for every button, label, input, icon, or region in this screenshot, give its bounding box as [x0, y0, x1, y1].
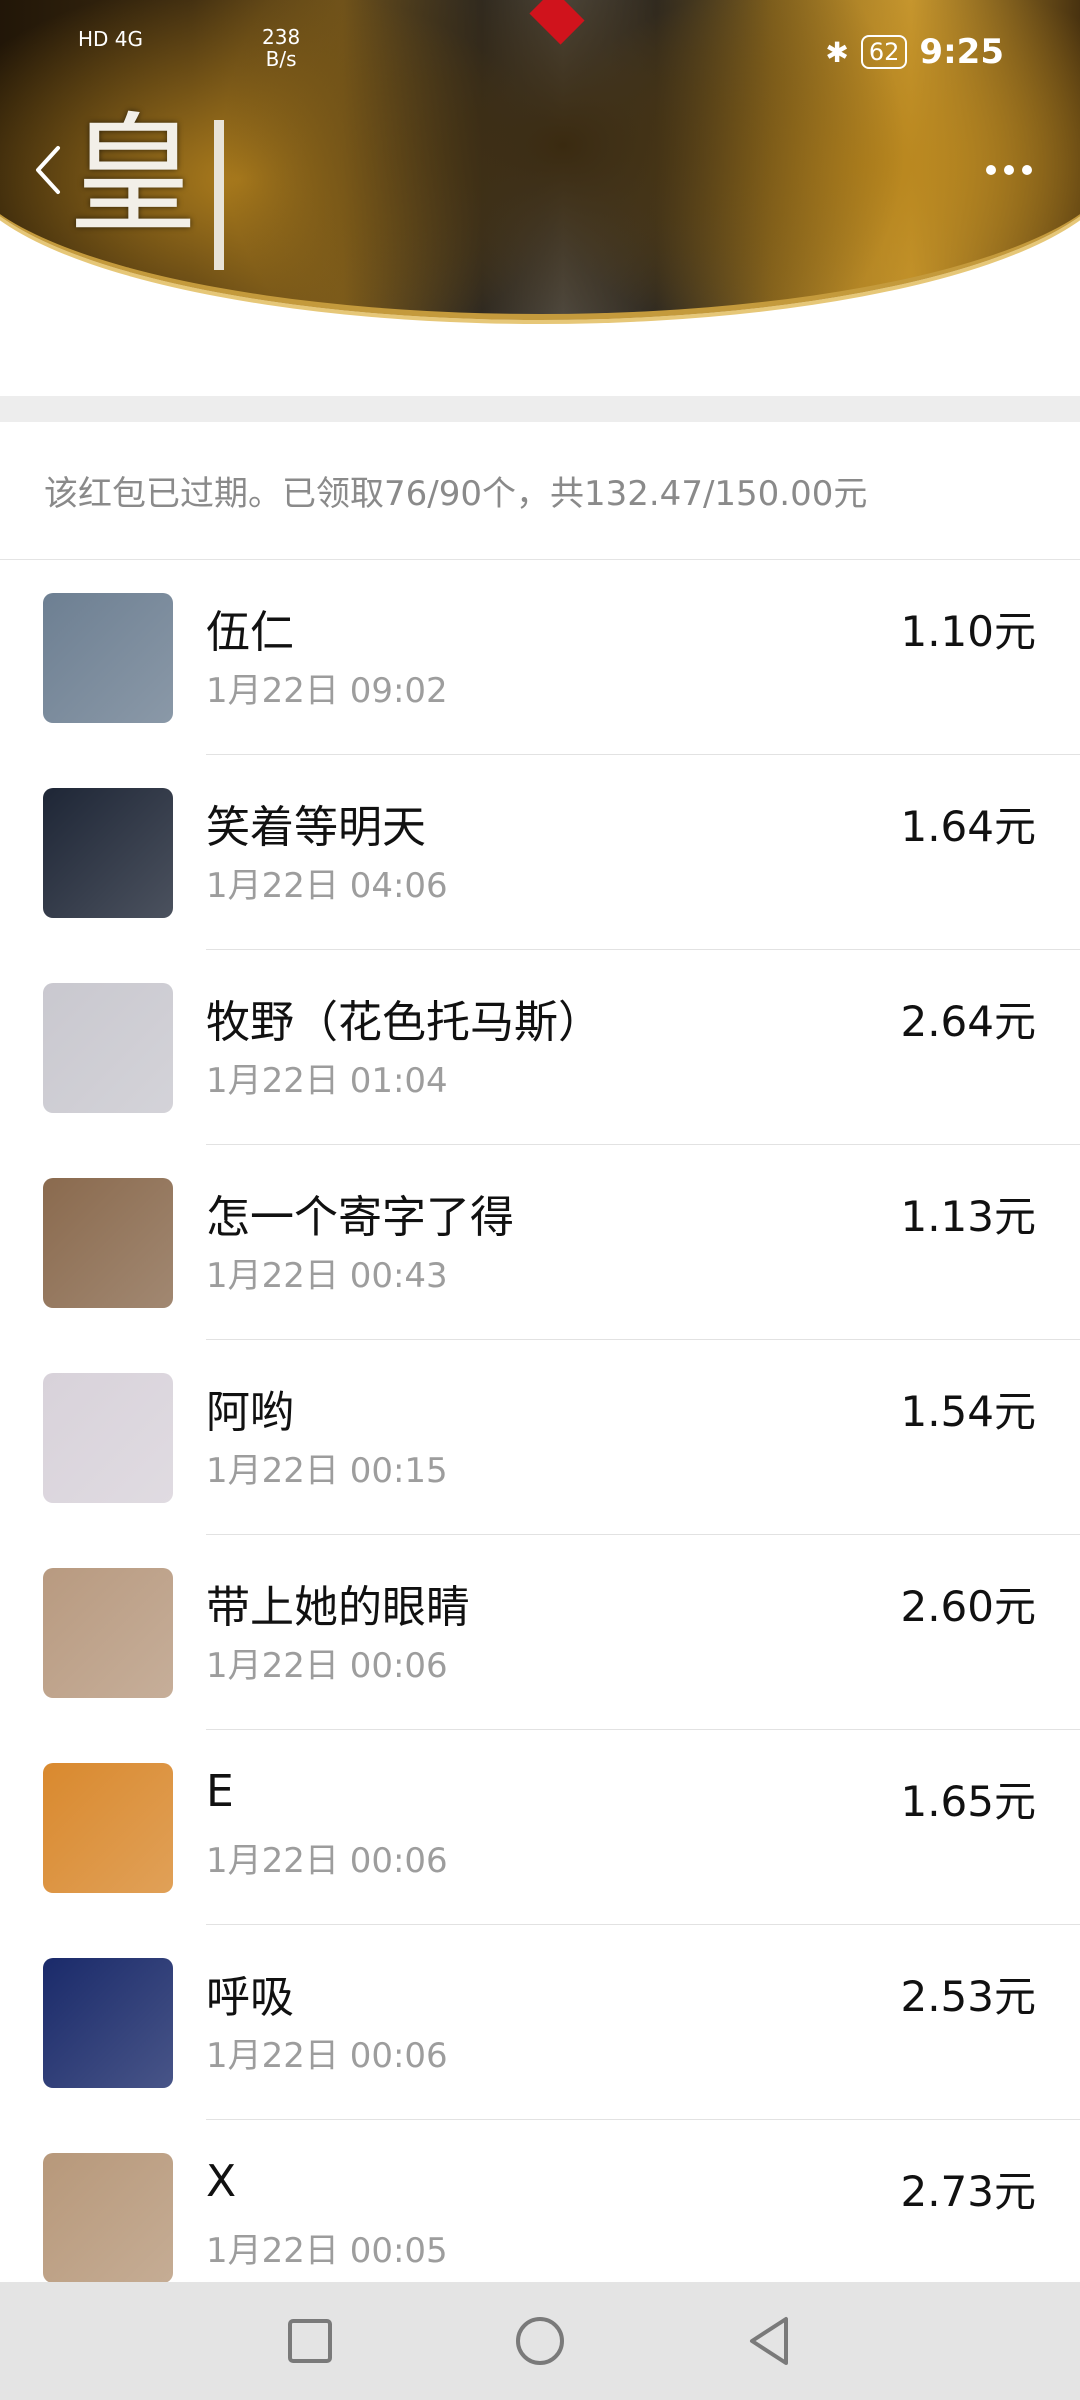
- square-icon: [288, 2319, 332, 2363]
- network-speed-value: 238: [262, 25, 301, 49]
- list-item[interactable]: 伍仁 1月22日 09:02 1.10元: [0, 560, 1080, 755]
- more-dots-icon: [1004, 165, 1014, 175]
- receive-amount: 2.60元: [900, 1582, 1036, 1631]
- receive-amount: 1.54元: [900, 1387, 1036, 1436]
- avatar[interactable]: [43, 1958, 173, 2088]
- receive-time: 1月22日 01:04: [206, 1061, 448, 1101]
- recipient-name: 伍仁: [206, 607, 294, 658]
- recipient-name: 牧野（花色托马斯）: [206, 997, 602, 1048]
- avatar[interactable]: [43, 983, 173, 1113]
- receive-time: 1月22日 09:02: [206, 671, 448, 711]
- bluetooth-icon: ✱: [825, 35, 849, 69]
- recipient-list: 伍仁 1月22日 09:02 1.10元 笑着等明天 1月22日 04:06 1…: [0, 560, 1080, 2315]
- recipient-name: 笑着等明天: [206, 802, 426, 853]
- recipient-name: 呼吸: [206, 1972, 294, 2023]
- network-speed: 238 B/s: [262, 26, 300, 70]
- list-item[interactable]: 带上她的眼睛 1月22日 00:06 2.60元: [0, 1535, 1080, 1730]
- recent-apps-button[interactable]: [275, 2306, 345, 2376]
- receive-time: 1月22日 04:06: [206, 866, 448, 906]
- receive-amount: 2.64元: [900, 997, 1036, 1046]
- receive-amount: 2.53元: [900, 1972, 1036, 2021]
- circle-icon: [516, 2317, 564, 2365]
- receive-time: 1月22日 00:06: [206, 1841, 448, 1881]
- receive-time: 1月22日 00:06: [206, 2036, 448, 2076]
- triangle-back-icon: [750, 2317, 788, 2365]
- network-indicator: HD 4G: [78, 27, 144, 51]
- status-right: ✱ 62 9:25: [825, 32, 1004, 72]
- more-button[interactable]: [974, 150, 1044, 190]
- receive-amount: 1.64元: [900, 802, 1036, 851]
- avatar[interactable]: [43, 1178, 173, 1308]
- back-button[interactable]: [28, 140, 68, 200]
- more-dots-icon: [986, 165, 996, 175]
- red-packet-summary: 该红包已过期。已领取76/90个，共132.47/150.00元: [0, 422, 1080, 560]
- recipient-name: 带上她的眼睛: [206, 1582, 470, 1633]
- avatar[interactable]: [43, 2153, 173, 2283]
- list-item[interactable]: 怎一个寄字了得 1月22日 00:43 1.13元: [0, 1145, 1080, 1340]
- receive-time: 1月22日 00:05: [206, 2231, 448, 2271]
- avatar[interactable]: [43, 788, 173, 918]
- more-dots-icon: [1022, 165, 1032, 175]
- receive-amount: 1.10元: [900, 607, 1036, 656]
- banner-character: 皇: [68, 99, 201, 251]
- status-bar: HD 4G 238 B/s ✱ 62 9:25: [0, 0, 1080, 110]
- clock: 9:25: [919, 32, 1004, 72]
- list-item[interactable]: 笑着等明天 1月22日 04:06 1.64元: [0, 755, 1080, 950]
- recipient-name: X: [206, 2156, 237, 2207]
- receive-time: 1月22日 00:06: [206, 1646, 448, 1686]
- home-button[interactable]: [505, 2306, 575, 2376]
- chevron-left-icon: [36, 146, 60, 194]
- header-banner: 皇 HD 4G 238 B/s ✱ 62 9:25: [0, 0, 1080, 330]
- system-navigation-bar: [0, 2282, 1080, 2400]
- network-speed-unit: B/s: [265, 47, 297, 71]
- nav-back-button[interactable]: [735, 2306, 805, 2376]
- recipient-name: 阿哟: [206, 1387, 294, 1438]
- section-divider: [0, 396, 1080, 422]
- list-item[interactable]: E 1月22日 00:06 1.65元: [0, 1730, 1080, 1925]
- banner-bar-ornament: [214, 120, 224, 270]
- receive-time: 1月22日 00:15: [206, 1451, 448, 1491]
- receive-amount: 1.13元: [900, 1192, 1036, 1241]
- recipient-name: E: [206, 1766, 234, 1817]
- recipient-name: 怎一个寄字了得: [206, 1192, 514, 1243]
- avatar[interactable]: [43, 1568, 173, 1698]
- avatar[interactable]: [43, 1373, 173, 1503]
- battery-indicator: 62: [860, 35, 908, 69]
- receive-amount: 1.65元: [900, 1777, 1036, 1826]
- list-item[interactable]: 阿哟 1月22日 00:15 1.54元: [0, 1340, 1080, 1535]
- receive-amount: 2.73元: [900, 2167, 1036, 2216]
- avatar[interactable]: [43, 1763, 173, 1893]
- receive-time: 1月22日 00:43: [206, 1256, 448, 1296]
- avatar[interactable]: [43, 593, 173, 723]
- list-item[interactable]: 牧野（花色托马斯） 1月22日 01:04 2.64元: [0, 950, 1080, 1145]
- list-item[interactable]: 呼吸 1月22日 00:06 2.53元: [0, 1925, 1080, 2120]
